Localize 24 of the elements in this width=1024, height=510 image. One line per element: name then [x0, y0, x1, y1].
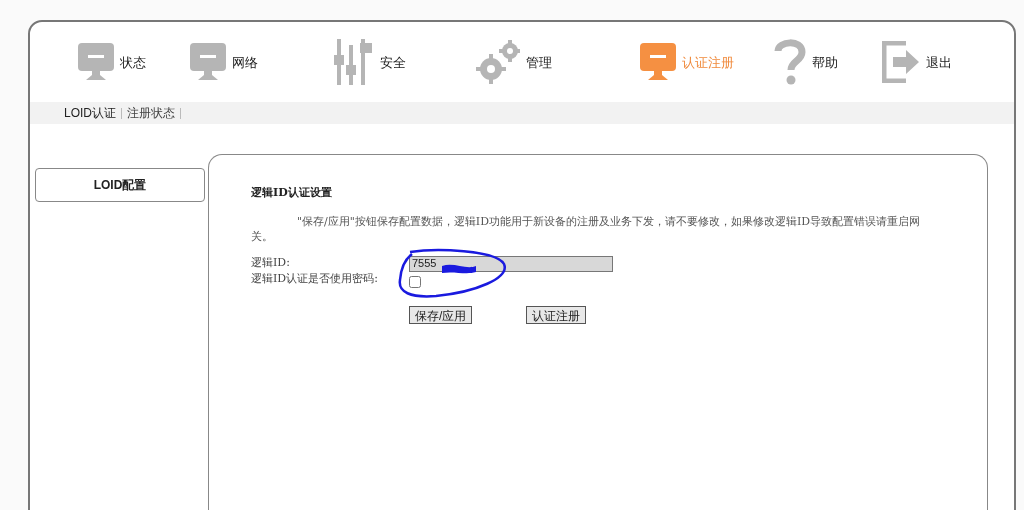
- subnav-link[interactable]: LOID认证: [64, 104, 116, 122]
- form-button[interactable]: 保存/应用: [409, 305, 473, 324]
- exit-icon: [882, 41, 920, 83]
- subnav-link[interactable]: 注册状态: [127, 104, 175, 122]
- field-label: 逻辑ID:: [251, 255, 291, 272]
- form-button[interactable]: 认证注册: [526, 305, 587, 324]
- monitor-icon: [640, 43, 676, 81]
- monitor-icon: [78, 43, 114, 81]
- nav-tab[interactable]: 管理: [476, 40, 552, 84]
- note-text: "保存/应用"按钮保存配置数据，逻辑ID功能用于新设备的注册及业务下发，请不要修改，如果修改逻辑ID导致配置错误请重启网关。: [251, 213, 922, 244]
- password-checkbox[interactable]: [409, 275, 421, 288]
- logical-id-field[interactable]: 7555: [409, 255, 613, 272]
- gears-icon: [476, 40, 520, 84]
- sliders-icon: [334, 39, 374, 85]
- field-label: 逻辑ID认证是否使用密码:: [251, 271, 379, 288]
- question-mark-icon: [774, 39, 806, 85]
- monitor-icon: [190, 43, 226, 81]
- section-title: 逻辑ID认证设置: [251, 185, 333, 201]
- sidebar-item[interactable]: LOID配置: [35, 168, 205, 202]
- nav-tab[interactable]: 退出: [882, 41, 952, 83]
- nav-tab[interactable]: 帮助: [774, 39, 838, 85]
- nav-tab[interactable]: 状态: [78, 43, 146, 81]
- nav-tab[interactable]: 安全: [334, 39, 406, 85]
- nav-tab[interactable]: 网络: [190, 43, 258, 81]
